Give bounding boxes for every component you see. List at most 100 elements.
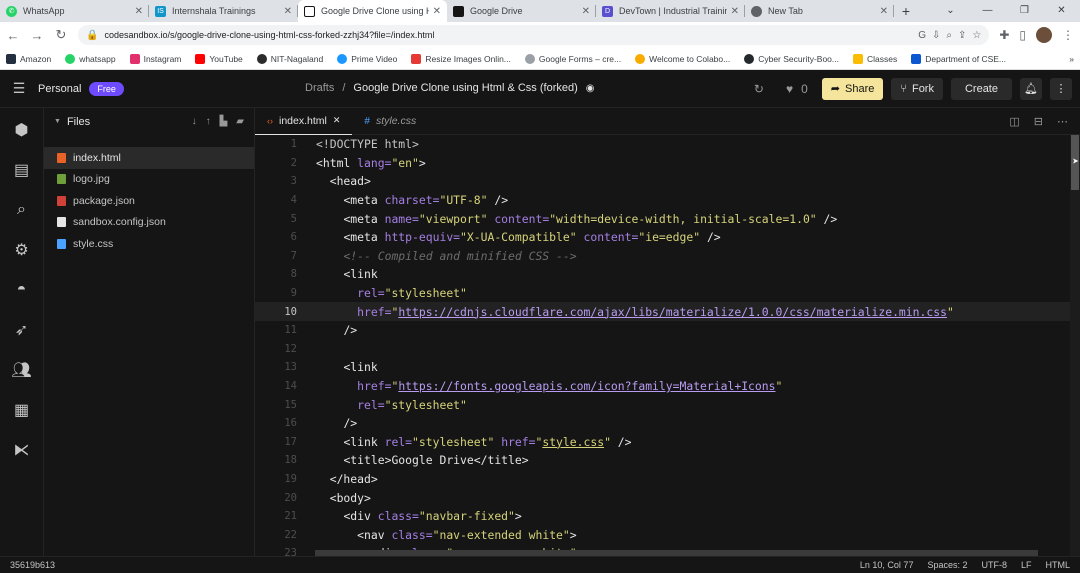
vscode-icon[interactable]: ⧔ (0, 430, 43, 470)
notifications-button[interactable]: 🔔︎ (1020, 77, 1042, 100)
browser-tab-new-tab[interactable]: New Tab ✕ (745, 0, 894, 22)
browser-tab-devtown[interactable]: D DevTown | Industrial Trainin ✕ (596, 0, 745, 22)
bookmark-colab[interactable]: Welcome to Colabo... (635, 53, 730, 64)
bookmarks-overflow-icon[interactable]: » (1069, 54, 1074, 64)
bookmark-youtube[interactable]: YouTube (195, 53, 243, 64)
code-line[interactable]: 20 <body> (255, 488, 1080, 507)
code-line[interactable]: 7 <!-- Compiled and minified CSS --> (255, 247, 1080, 266)
browser-tab-internshala[interactable]: IS Internshala Trainings ✕ (149, 0, 298, 22)
files-header[interactable]: ▼ Files ↓ ↑ ▙ ▰ (44, 108, 254, 135)
close-icon[interactable]: ✕ (582, 6, 590, 17)
code-line[interactable]: 9 rel="stylesheet" (255, 284, 1080, 303)
settings-gear-icon[interactable]: ⚙ (0, 230, 43, 270)
code-area[interactable]: 1 <!DOCTYPE html> 2 <html lang="en"> 3 <he… (255, 135, 1080, 556)
more-icon[interactable]: ⋯ (1057, 115, 1068, 128)
fork-button[interactable]: ⑂ Fork (891, 77, 943, 100)
install-app-icon[interactable]: ⇩ (932, 30, 940, 41)
close-icon[interactable]: ✕ (135, 6, 143, 17)
code-line[interactable]: 17 <link rel="stylesheet" href= "style.cs… (255, 433, 1080, 452)
reload-icon[interactable]: ↻ (54, 27, 68, 43)
encoding[interactable]: UTF-8 (981, 560, 1007, 570)
code-line[interactable]: 5 <meta name="viewport" content="width=d… (255, 209, 1080, 228)
sort-up-icon[interactable]: ↑ (206, 116, 211, 127)
refresh-icon[interactable]: ↻ (754, 82, 764, 96)
chrome-menu-icon[interactable]: ⋮ (1062, 28, 1074, 42)
bookmark-google-forms[interactable]: Google Forms – cre... (524, 53, 621, 64)
menu-icon[interactable]: ☰ (0, 80, 38, 97)
editor-tab-index-html[interactable]: ‹› index.html ✕ (255, 108, 353, 135)
code-line-current[interactable]: 10 href= "https://cdnjs.cloudflare.com/aj… (255, 302, 1080, 321)
code-line[interactable]: 12 (255, 340, 1080, 359)
code-line[interactable]: 19 </head> (255, 470, 1080, 489)
collapse-triangle-icon[interactable]: ▼ (54, 118, 61, 125)
code-line[interactable]: 16 /> (255, 414, 1080, 433)
close-icon[interactable]: ✕ (333, 115, 341, 126)
more-options-button[interactable]: ⋮ (1050, 77, 1072, 100)
code-line[interactable]: 14 href= "https://fonts.googleapis.com/ic… (255, 377, 1080, 396)
file-item-logo-jpg[interactable]: logo.jpg (44, 169, 254, 191)
workspace-name[interactable]: Personal (38, 83, 81, 95)
bookmark-nit-nagaland[interactable]: NIT-Nagaland (256, 53, 323, 64)
docker-icon[interactable]: ▦ (0, 390, 43, 430)
horizontal-scrollbar[interactable] (315, 550, 1038, 556)
google-icon[interactable]: G (918, 30, 926, 41)
bookmark-prime-video[interactable]: Prime Video (337, 53, 397, 64)
search-icon[interactable]: ⌕ (0, 190, 43, 230)
close-icon[interactable]: ✕ (880, 6, 888, 17)
file-item-sandbox-config[interactable]: sandbox.config.json (44, 212, 254, 234)
tab-search-icon[interactable]: ⌄ (932, 0, 969, 22)
url-text[interactable]: codesandbox.io/s/google-drive-clone-usin… (104, 30, 912, 40)
code-line[interactable]: 18 <title>Google Drive</title> (255, 451, 1080, 470)
split-view-icon[interactable]: ◫ (1009, 115, 1019, 128)
code-line[interactable]: 2 <html lang="en"> (255, 154, 1080, 173)
browser-tab-google-drive[interactable]: Google Drive ✕ (447, 0, 596, 22)
share-button[interactable]: ➦ Share (821, 77, 884, 100)
code-line[interactable]: 6 <meta http-equiv="X-UA-Compatible" con… (255, 228, 1080, 247)
bookmark-star-icon[interactable]: ☆ (972, 30, 981, 41)
vertical-scrollbar[interactable] (1070, 135, 1080, 556)
bookmark-whatsapp[interactable]: whatsapp (65, 53, 116, 64)
code-line[interactable]: 1 <!DOCTYPE html> (255, 135, 1080, 154)
share-page-icon[interactable]: ⇪ (958, 30, 966, 41)
bookmark-resize-images[interactable]: Resize Images Onlin... (411, 53, 511, 64)
browser-tab-whatsapp[interactable]: ✆ WhatsApp ✕ (0, 0, 149, 22)
language-mode[interactable]: HTML (1046, 560, 1071, 570)
sandbox-cube-icon[interactable]: ⬢ (0, 110, 43, 150)
file-item-index-html[interactable]: index.html (44, 147, 254, 169)
side-panel-icon[interactable]: ▯ (1019, 28, 1026, 42)
zoom-icon[interactable]: ⌕ (946, 30, 952, 41)
editor-tab-style-css[interactable]: # style.css (352, 108, 428, 135)
code-line[interactable]: 21 <div class="navbar-fixed"> (255, 507, 1080, 526)
bookmark-amazon[interactable]: Amazon (6, 53, 51, 64)
code-line[interactable]: 15 rel="stylesheet" (255, 395, 1080, 414)
bookmark-classes[interactable]: Classes (853, 53, 897, 64)
restore-icon[interactable]: ❐ (1006, 0, 1043, 22)
code-line[interactable]: 8 <link (255, 265, 1080, 284)
heart-icon[interactable]: ♥ (786, 82, 793, 96)
file-item-package-json[interactable]: package.json (44, 190, 254, 212)
code-line[interactable]: 4 <meta charset="UTF-8" /> (255, 191, 1080, 210)
live-users-icon[interactable]: 👥︎ (0, 350, 43, 390)
cursor-position[interactable]: Ln 10, Col 77 (860, 560, 914, 570)
indentation[interactable]: Spaces: 2 (927, 560, 967, 570)
browser-tab-codesandbox-active[interactable]: Google Drive Clone using H ✕ (298, 0, 447, 22)
create-button[interactable]: Create (950, 77, 1012, 100)
address-bar[interactable]: 🔒 codesandbox.io/s/google-drive-clone-us… (78, 25, 990, 45)
close-window-icon[interactable]: ✕ (1043, 0, 1080, 22)
globe-icon[interactable]: ◉ (586, 83, 595, 94)
new-tab-button[interactable]: + (894, 0, 918, 22)
close-icon[interactable]: ✕ (433, 6, 441, 17)
preview-panel-icon[interactable]: ⊟ (1034, 115, 1043, 128)
lock-icon[interactable]: 🔒 (86, 30, 98, 41)
bookmark-department-cse[interactable]: Department of CSE... (911, 53, 1006, 64)
new-file-icon[interactable]: ▙ (220, 116, 228, 127)
new-folder-icon[interactable]: ▰ (236, 116, 244, 127)
back-arrow-icon[interactable]: ← (6, 28, 20, 43)
code-line[interactable]: 22 <nav class="nav-extended white"> (255, 525, 1080, 544)
deploy-rocket-icon[interactable]: ➶ (0, 310, 43, 350)
minimize-icon[interactable]: — (969, 0, 1006, 22)
file-item-style-css[interactable]: style.css (44, 233, 254, 255)
code-line[interactable]: 3 <head> (255, 172, 1080, 191)
code-line[interactable]: 11 /> (255, 321, 1080, 340)
bookmark-cyber-security[interactable]: Cyber Security-Boo... (744, 53, 839, 64)
